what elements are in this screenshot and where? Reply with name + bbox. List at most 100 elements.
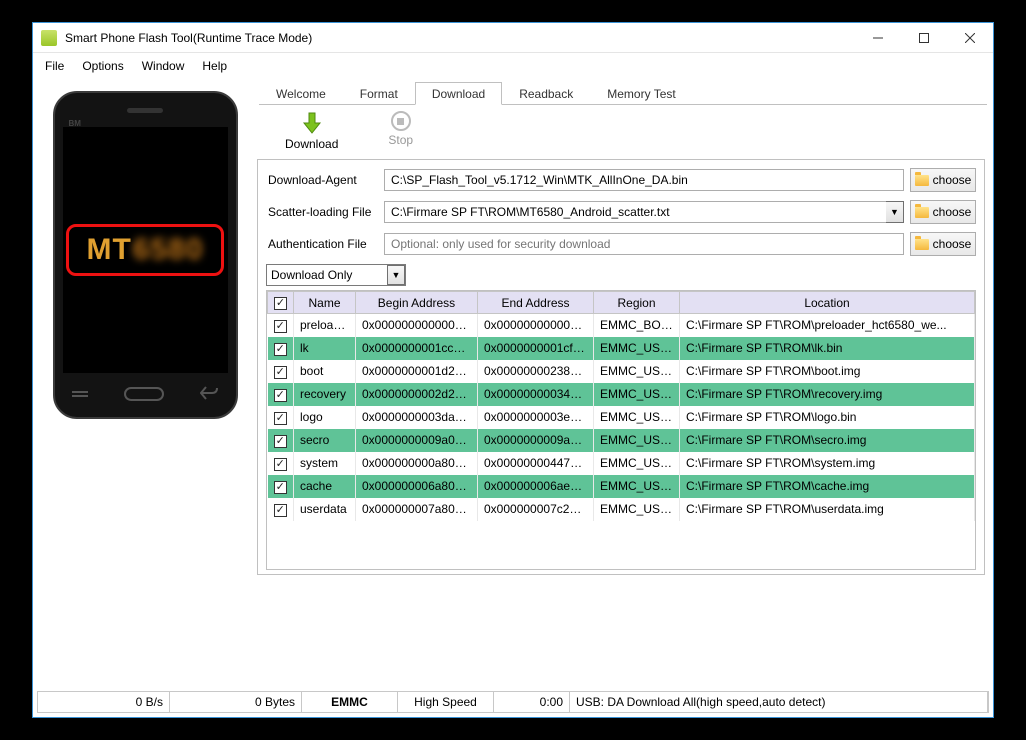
cell-begin: 0x0000000002d20000 bbox=[356, 383, 478, 406]
folder-icon bbox=[915, 239, 929, 250]
cell-name: preloader bbox=[294, 314, 356, 337]
cell-begin: 0x000000000a800000 bbox=[356, 452, 478, 475]
table-row[interactable]: system0x000000000a8000000x00000000447bca… bbox=[268, 452, 975, 475]
cell-end: 0x0000000009a20fff bbox=[478, 429, 594, 452]
scatter-dropdown-arrow-icon[interactable]: ▼ bbox=[886, 201, 904, 223]
da-choose-button[interactable]: choose bbox=[910, 168, 976, 192]
header-checkbox[interactable] bbox=[268, 292, 294, 314]
tab-bar: Welcome Format Download Readback Memory … bbox=[259, 81, 987, 105]
cell-location: C:\Firmare SP FT\ROM\logo.bin bbox=[680, 406, 975, 429]
header-name[interactable]: Name bbox=[294, 292, 356, 314]
menu-file[interactable]: File bbox=[37, 55, 72, 77]
status-mode: High Speed bbox=[398, 692, 494, 712]
row-checkbox[interactable] bbox=[268, 429, 294, 452]
row-checkbox[interactable] bbox=[268, 498, 294, 521]
tab-readback[interactable]: Readback bbox=[502, 82, 590, 105]
header-location[interactable]: Location bbox=[680, 292, 975, 314]
cell-name: system bbox=[294, 452, 356, 475]
minimize-button[interactable] bbox=[855, 23, 901, 53]
table-row[interactable]: cache0x000000006a8000000x000000006ae1a0c… bbox=[268, 475, 975, 498]
cell-begin: 0x000000007a800000 bbox=[356, 498, 478, 521]
da-input[interactable] bbox=[384, 169, 904, 191]
toolbar: Download Stop bbox=[255, 105, 987, 159]
statusbar: 0 B/s 0 Bytes EMMC High Speed 0:00 USB: … bbox=[37, 691, 989, 713]
cell-name: userdata bbox=[294, 498, 356, 521]
stop-button[interactable]: Stop bbox=[388, 111, 413, 151]
cell-name: cache bbox=[294, 475, 356, 498]
close-button[interactable] bbox=[947, 23, 993, 53]
chipset-highlight: MT6580 bbox=[66, 224, 224, 276]
table-row[interactable]: recovery0x0000000002d200000x000000000344… bbox=[268, 383, 975, 406]
menu-help[interactable]: Help bbox=[194, 55, 235, 77]
maximize-button[interactable] bbox=[901, 23, 947, 53]
download-button[interactable]: Download bbox=[285, 111, 338, 151]
menu-window[interactable]: Window bbox=[134, 55, 193, 77]
config-panel: Download-Agent choose Scatter-loading Fi… bbox=[257, 159, 985, 575]
mode-value: Download Only bbox=[271, 268, 352, 282]
status-time: 0:00 bbox=[494, 692, 570, 712]
download-label: Download bbox=[285, 137, 338, 151]
main-pane: Welcome Format Download Readback Memory … bbox=[255, 79, 993, 685]
table-row[interactable]: preloader0x00000000000000000x00000000000… bbox=[268, 314, 975, 337]
chipset-number-blurred: 6580 bbox=[133, 233, 204, 267]
close-icon bbox=[965, 33, 975, 43]
tab-download[interactable]: Download bbox=[415, 82, 502, 105]
header-end[interactable]: End Address bbox=[478, 292, 594, 314]
tab-format[interactable]: Format bbox=[343, 82, 415, 105]
table-row[interactable]: userdata0x000000007a8000000x000000007c28… bbox=[268, 498, 975, 521]
cell-region: EMMC_USER bbox=[594, 360, 680, 383]
table-row[interactable]: lk0x0000000001cc00000x0000000001cfaa8fEM… bbox=[268, 337, 975, 360]
scatter-choose-button[interactable]: choose bbox=[910, 200, 976, 224]
chipset-prefix: MT bbox=[86, 233, 131, 267]
cell-end: 0x00000000447bca7b bbox=[478, 452, 594, 475]
partition-table: Name Begin Address End Address Region Lo… bbox=[266, 290, 976, 570]
cell-location: C:\Firmare SP FT\ROM\userdata.img bbox=[680, 498, 975, 521]
cell-begin: 0x0000000001d20000 bbox=[356, 360, 478, 383]
cell-region: EMMC_USER bbox=[594, 337, 680, 360]
row-checkbox[interactable] bbox=[268, 406, 294, 429]
status-storage: EMMC bbox=[302, 692, 398, 712]
cell-begin: 0x0000000000000000 bbox=[356, 314, 478, 337]
minimize-icon bbox=[873, 33, 883, 43]
row-checkbox[interactable] bbox=[268, 452, 294, 475]
phone-mockup: BM MT6580 bbox=[53, 91, 238, 419]
cell-location: C:\Firmare SP FT\ROM\cache.img bbox=[680, 475, 975, 498]
phone-menu-icon bbox=[72, 391, 88, 397]
tab-memory-test[interactable]: Memory Test bbox=[590, 82, 692, 105]
table-row[interactable]: boot0x0000000001d200000x00000000238b7ffE… bbox=[268, 360, 975, 383]
chevron-down-icon: ▼ bbox=[387, 265, 405, 285]
cell-region: EMMC_USER bbox=[594, 383, 680, 406]
cell-begin: 0x0000000001cc0000 bbox=[356, 337, 478, 360]
header-region[interactable]: Region bbox=[594, 292, 680, 314]
stop-icon bbox=[391, 111, 411, 131]
cell-end: 0x000000000001d3a7 bbox=[478, 314, 594, 337]
download-mode-select[interactable]: Download Only ▼ bbox=[266, 264, 406, 286]
cell-name: recovery bbox=[294, 383, 356, 406]
scatter-input[interactable] bbox=[384, 201, 886, 223]
row-checkbox[interactable] bbox=[268, 360, 294, 383]
cell-region: EMMC_USER bbox=[594, 429, 680, 452]
cell-begin: 0x0000000003da0000 bbox=[356, 406, 478, 429]
header-begin[interactable]: Begin Address bbox=[356, 292, 478, 314]
folder-icon bbox=[915, 175, 929, 186]
cell-region: EMMC_USER bbox=[594, 452, 680, 475]
device-preview-pane: BM MT6580 bbox=[33, 79, 255, 685]
table-row[interactable]: logo0x0000000003da00000x0000000003ed1397… bbox=[268, 406, 975, 429]
menu-options[interactable]: Options bbox=[74, 55, 131, 77]
row-checkbox[interactable] bbox=[268, 314, 294, 337]
auth-input[interactable] bbox=[384, 233, 904, 255]
auth-choose-button[interactable]: choose bbox=[910, 232, 976, 256]
cell-begin: 0x000000006a800000 bbox=[356, 475, 478, 498]
status-bytes: 0 Bytes bbox=[170, 692, 302, 712]
phone-brand: BM bbox=[69, 119, 81, 128]
row-checkbox[interactable] bbox=[268, 337, 294, 360]
row-checkbox[interactable] bbox=[268, 383, 294, 406]
app-window: Smart Phone Flash Tool(Runtime Trace Mod… bbox=[32, 22, 994, 718]
cell-region: EMMC_USER bbox=[594, 406, 680, 429]
cell-name: logo bbox=[294, 406, 356, 429]
row-checkbox[interactable] bbox=[268, 475, 294, 498]
cell-end: 0x00000000238b7ff bbox=[478, 360, 594, 383]
tab-welcome[interactable]: Welcome bbox=[259, 82, 343, 105]
status-connection: USB: DA Download All(high speed,auto det… bbox=[570, 692, 988, 712]
table-row[interactable]: secro0x0000000009a000000x0000000009a20ff… bbox=[268, 429, 975, 452]
